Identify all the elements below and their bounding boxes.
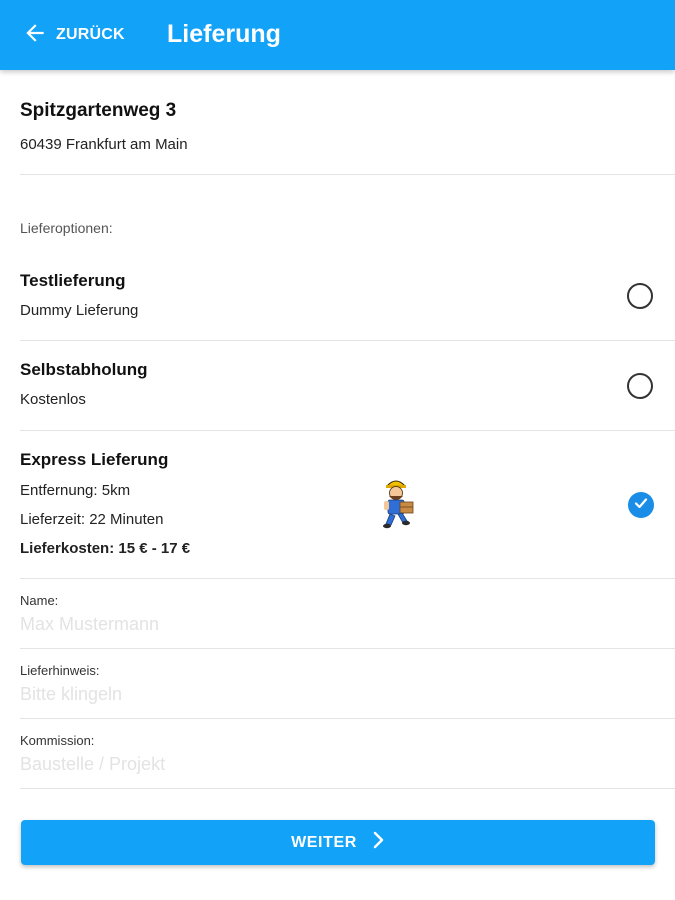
- name-input[interactable]: [20, 614, 620, 635]
- option-title: Testlieferung: [20, 271, 126, 290]
- name-label: Name:: [20, 593, 59, 608]
- commission-input[interactable]: [20, 754, 620, 775]
- option-title: Selbstabholung: [20, 360, 148, 379]
- delivery-option-express[interactable]: Express Lieferung Entfernung: 5km Liefer…: [20, 450, 675, 557]
- address-city: 60439 Frankfurt am Main: [20, 136, 188, 153]
- next-button[interactable]: WEITER: [21, 820, 655, 865]
- delivery-hint-field-group: Lieferhinweis:: [20, 663, 675, 705]
- option-description: Dummy Lieferung: [20, 302, 139, 319]
- delivery-option-test[interactable]: Testlieferung Dummy Lieferung: [20, 271, 675, 319]
- arrow-left-icon: [22, 20, 48, 51]
- address-street: Spitzgartenweg 3: [20, 100, 177, 121]
- back-button-label: ZURÜCK: [56, 26, 125, 43]
- option-delivery-cost: Lieferkosten: 15 € - 17 €: [20, 540, 191, 557]
- divider: [20, 578, 675, 579]
- delivery-option-pickup[interactable]: Selbstabholung Kostenlos: [20, 360, 675, 408]
- radio-express-lieferung[interactable]: [628, 492, 654, 518]
- delivery-options-label: Lieferoptionen:: [20, 220, 113, 236]
- delivery-address: Spitzgartenweg 3 60439 Frankfurt am Main: [20, 100, 655, 153]
- divider: [20, 340, 675, 341]
- delivery-hint-input[interactable]: [20, 684, 620, 705]
- checkmark-icon: [633, 495, 649, 516]
- courier-icon: [376, 474, 416, 530]
- divider: [20, 788, 675, 789]
- divider: [20, 430, 675, 431]
- radio-testlieferung[interactable]: [627, 283, 653, 309]
- back-button[interactable]: ZURÜCK: [22, 20, 125, 50]
- radio-selbstabholung[interactable]: [627, 373, 653, 399]
- option-distance: Entfernung: 5km: [20, 482, 131, 499]
- divider: [20, 174, 675, 175]
- delivery-hint-label: Lieferhinweis:: [20, 663, 100, 678]
- app-bar: ZURÜCK Lieferung: [0, 0, 675, 70]
- commission-field-group: Kommission:: [20, 733, 675, 775]
- name-field-group: Name:: [20, 593, 675, 635]
- divider: [20, 718, 675, 719]
- option-description: Kostenlos: [20, 391, 86, 408]
- page-title: Lieferung: [167, 20, 281, 48]
- chevron-right-icon: [357, 831, 385, 854]
- option-title: Express Lieferung: [20, 450, 169, 469]
- divider: [20, 648, 675, 649]
- next-button-label: WEITER: [291, 833, 357, 851]
- option-delivery-time: Lieferzeit: 22 Minuten: [20, 511, 164, 528]
- commission-label: Kommission:: [20, 733, 95, 748]
